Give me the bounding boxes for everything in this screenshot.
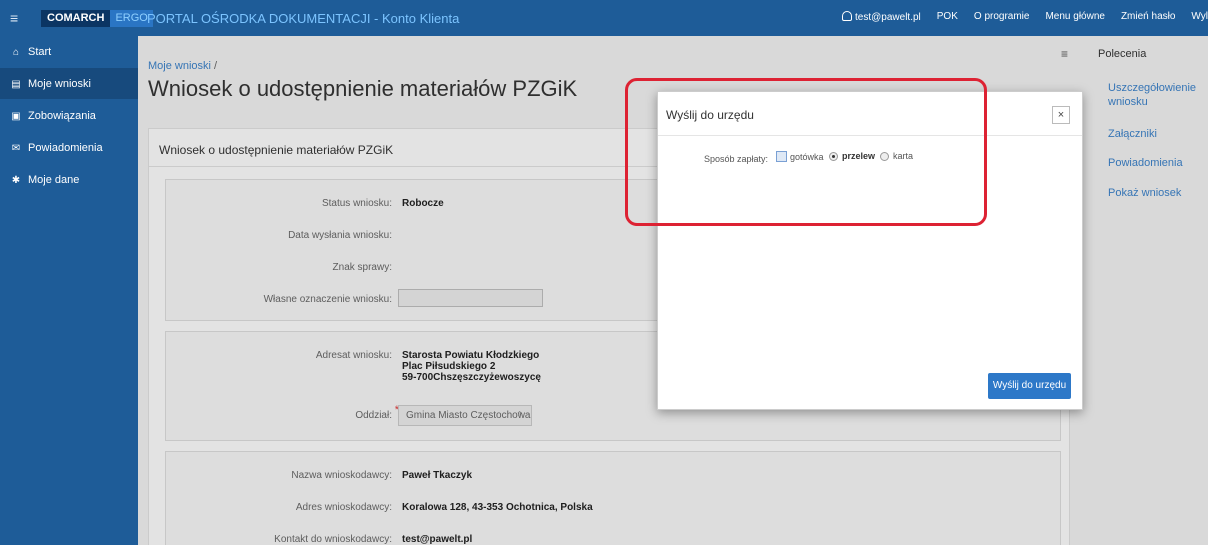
nav-link-logout[interactable]: Wyl (1191, 11, 1208, 23)
nav-link-about[interactable]: O programie (974, 11, 1030, 23)
sidebar-item-start[interactable]: ⌂ Start (0, 36, 138, 67)
top-bar: ≡ COMARCH ERGO PORTAL OŚRODKA DOKUMENTAC… (0, 0, 1208, 36)
close-button[interactable]: × (1052, 106, 1070, 124)
home-icon: ⌂ (12, 47, 20, 58)
sidebar-item-my-applications[interactable]: ▤ Moje wnioski (0, 68, 138, 99)
nav-link-pok[interactable]: POK (937, 11, 958, 23)
sidebar-item-notifications[interactable]: ✉ Powiadomienia (0, 132, 138, 163)
sidebar-item-my-data[interactable]: ✱ Moje dane (0, 164, 138, 195)
logo[interactable]: COMARCH ERGO (41, 10, 153, 27)
document-icon: ▤ (11, 79, 21, 90)
gear-icon: ✱ (11, 175, 21, 186)
sidebar: ⌂ Start ▤ Moje wnioski ▣ Zobowiązania ✉ Powi… (0, 36, 138, 545)
top-nav: test@pawelt.pl POK O programie Menu głów… (842, 11, 1208, 23)
highlight-annotation (625, 78, 987, 226)
envelope-icon: ✉ (11, 143, 21, 154)
logo-primary: COMARCH (41, 10, 111, 27)
sidebar-item-obligations[interactable]: ▣ Zobowiązania (0, 100, 138, 131)
send-to-office-button[interactable]: Wyślij do urzędu (988, 373, 1071, 399)
user-account-link[interactable]: test@pawelt.pl (842, 11, 921, 23)
money-icon: ▣ (11, 111, 21, 122)
nav-link-main-menu[interactable]: Menu główne (1045, 11, 1104, 23)
hamburger-menu-icon[interactable]: ≡ (10, 10, 18, 26)
nav-link-change-password[interactable]: Zmień hasło (1121, 11, 1175, 23)
portal-title: PORTAL OŚRODKA DOKUMENTACJI - Konto Klie… (147, 11, 460, 26)
user-icon (842, 11, 853, 21)
